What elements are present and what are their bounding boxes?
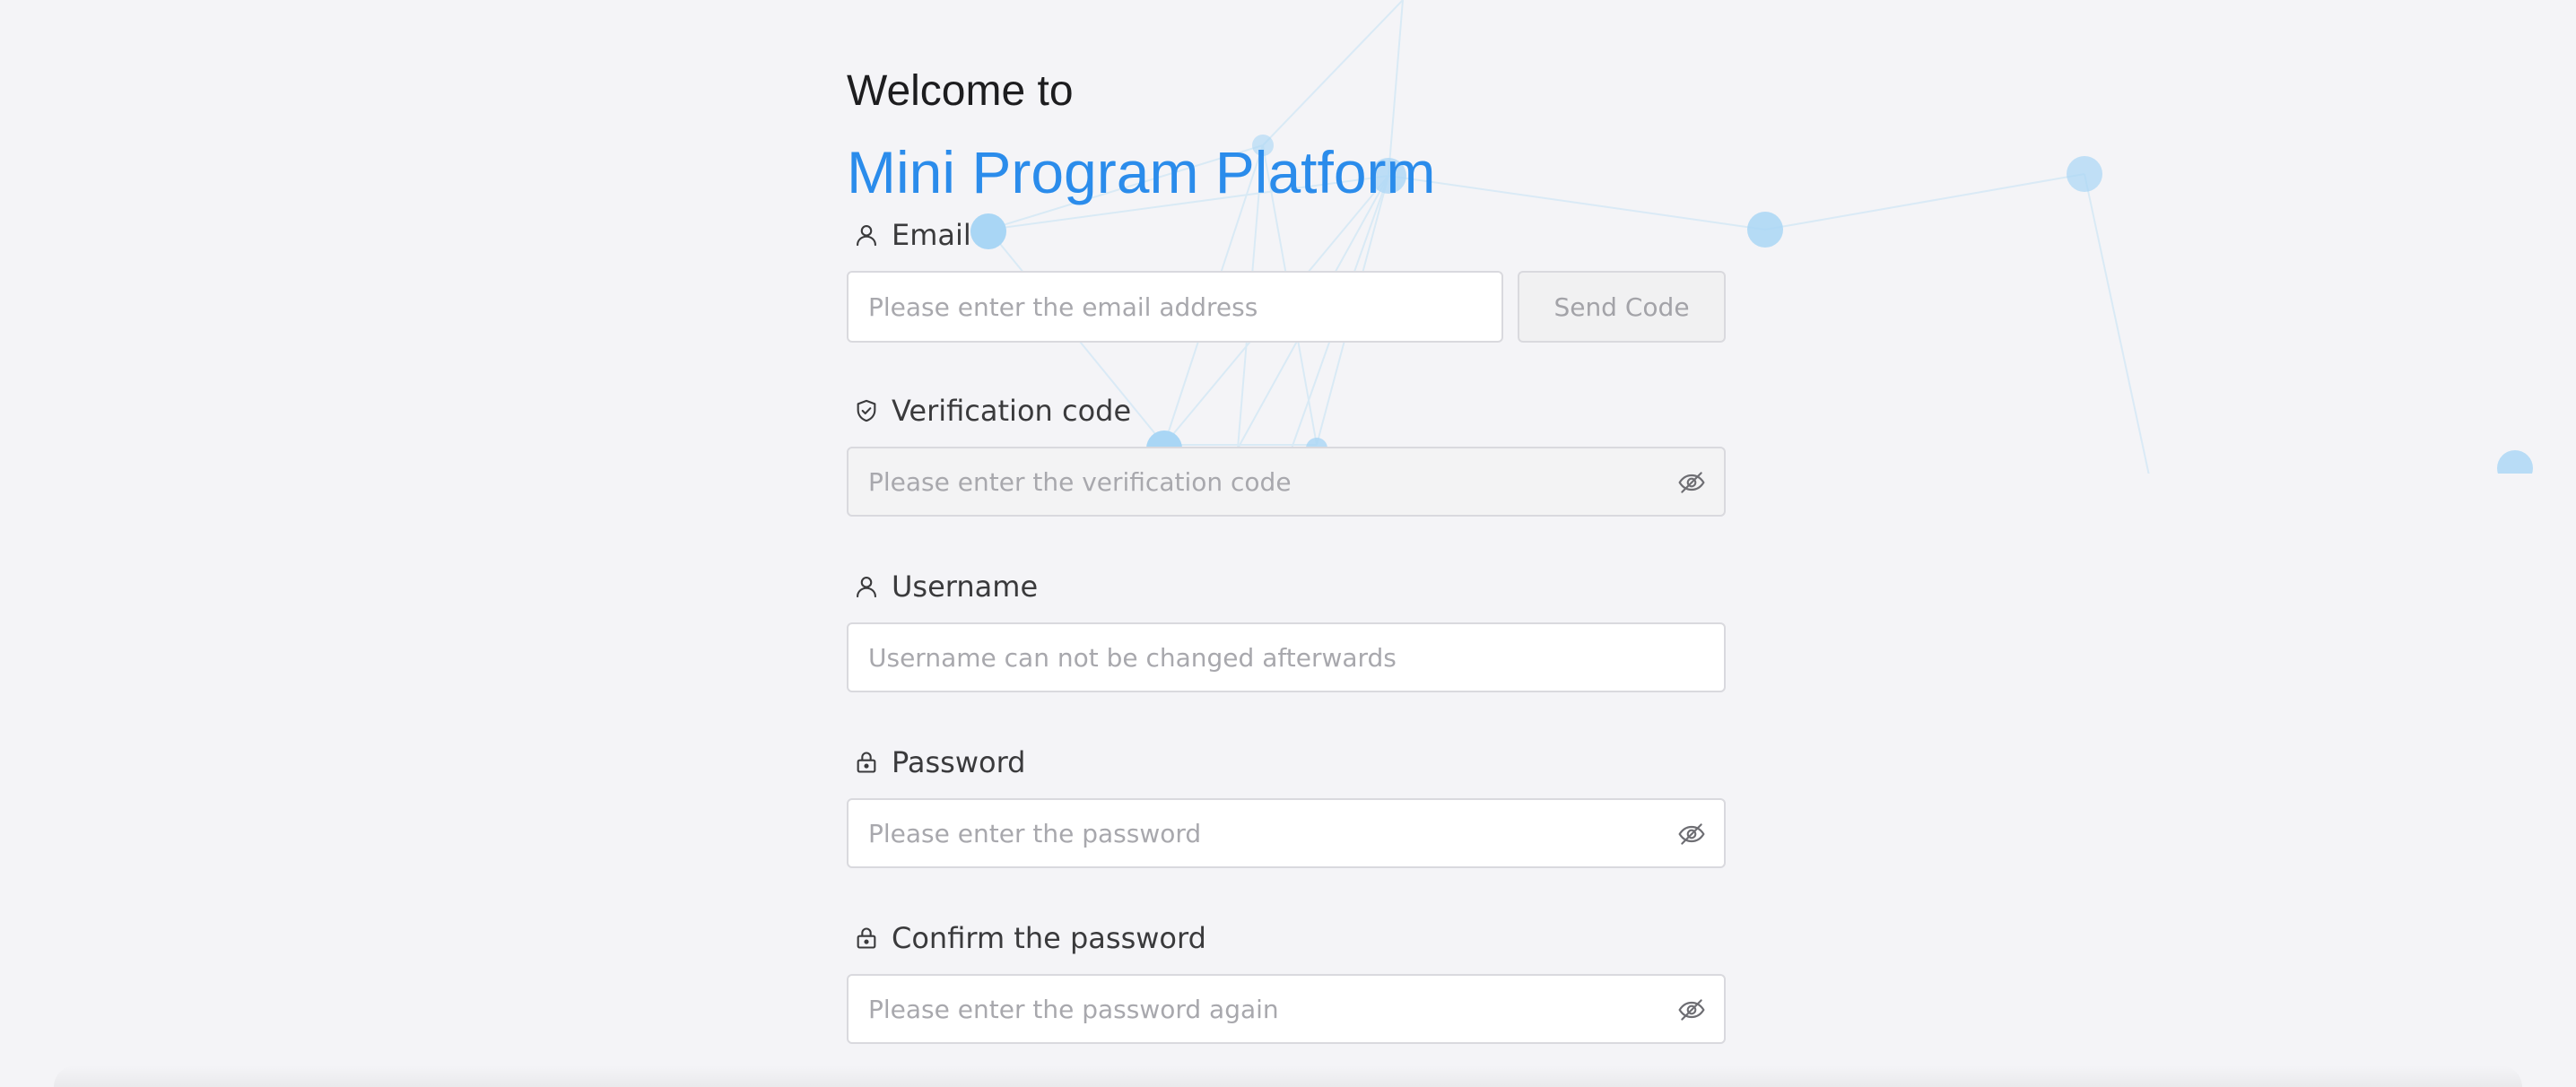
send-code-button[interactable]: Send Code — [1518, 271, 1726, 343]
password-label: Password — [847, 743, 1025, 782]
confirm-password-label: Confirm the password — [847, 918, 1206, 958]
password-label-text: Password — [892, 745, 1026, 779]
password-field-box — [847, 798, 1726, 868]
platform-title: Mini Program Platform — [847, 139, 1436, 205]
email-label-text: Email — [892, 218, 971, 252]
verification-label-text: Verification code — [892, 394, 1132, 428]
eye-off-icon[interactable] — [1677, 468, 1706, 497]
bottom-panel-shadow — [54, 1065, 2522, 1087]
username-label-text: Username — [892, 570, 1039, 604]
confirm-password-field-box — [847, 974, 1726, 1044]
lock-icon — [852, 748, 881, 777]
verification-code-field[interactable] — [849, 448, 1724, 515]
confirm-password-label-text: Confirm the password — [892, 921, 1206, 955]
eye-off-icon[interactable] — [1677, 820, 1706, 848]
shield-check-icon — [852, 396, 881, 425]
lock-icon — [852, 924, 881, 952]
password-field[interactable] — [849, 800, 1724, 866]
welcome-heading: Welcome to — [847, 67, 1074, 115]
username-label: Username — [847, 567, 1038, 606]
user-icon — [852, 221, 881, 249]
verification-label: Verification code — [847, 391, 1131, 430]
username-field[interactable] — [849, 624, 1724, 691]
username-field-box — [847, 622, 1726, 692]
eye-off-icon[interactable] — [1677, 996, 1706, 1024]
email-field-box — [847, 271, 1503, 343]
user-icon — [852, 572, 881, 601]
confirm-password-field[interactable] — [849, 976, 1724, 1042]
verification-code-field-box — [847, 447, 1726, 517]
email-field[interactable] — [849, 273, 1501, 341]
email-label: Email — [847, 215, 971, 255]
